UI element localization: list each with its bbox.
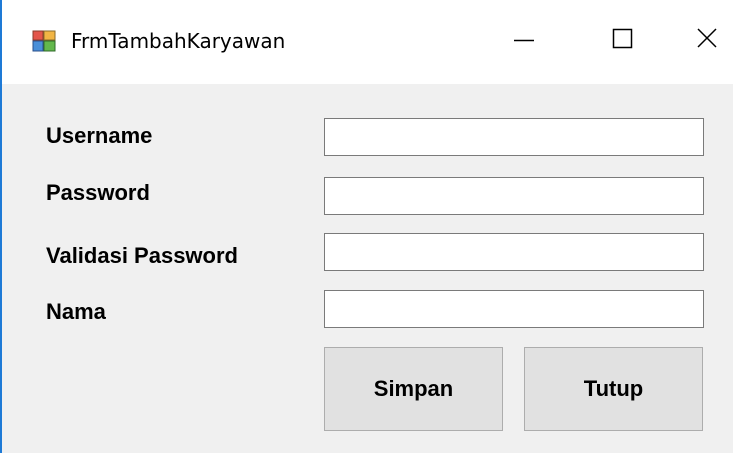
validate-password-field[interactable] bbox=[324, 233, 704, 271]
name-label: Nama bbox=[46, 299, 106, 324]
username-field[interactable] bbox=[324, 118, 704, 156]
close-button[interactable] bbox=[666, 14, 733, 64]
maximize-button[interactable] bbox=[582, 14, 662, 64]
close-form-button[interactable]: Tutup bbox=[524, 347, 703, 431]
form-window: FrmTambahKaryawan Username Password Vali… bbox=[0, 0, 733, 453]
winforms-app-icon bbox=[32, 30, 56, 52]
password-label: Password bbox=[46, 180, 150, 205]
maximize-icon bbox=[612, 28, 633, 49]
validate-password-label: Validasi Password bbox=[46, 243, 238, 268]
window-title: FrmTambahKaryawan bbox=[71, 29, 286, 53]
name-field[interactable] bbox=[324, 290, 704, 328]
minimize-icon bbox=[514, 39, 534, 42]
title-bar[interactable]: FrmTambahKaryawan bbox=[2, 0, 733, 84]
minimize-button[interactable] bbox=[484, 14, 564, 64]
username-label: Username bbox=[46, 123, 153, 148]
save-button[interactable]: Simpan bbox=[324, 347, 503, 431]
close-icon bbox=[697, 28, 717, 48]
password-field[interactable] bbox=[324, 177, 704, 215]
